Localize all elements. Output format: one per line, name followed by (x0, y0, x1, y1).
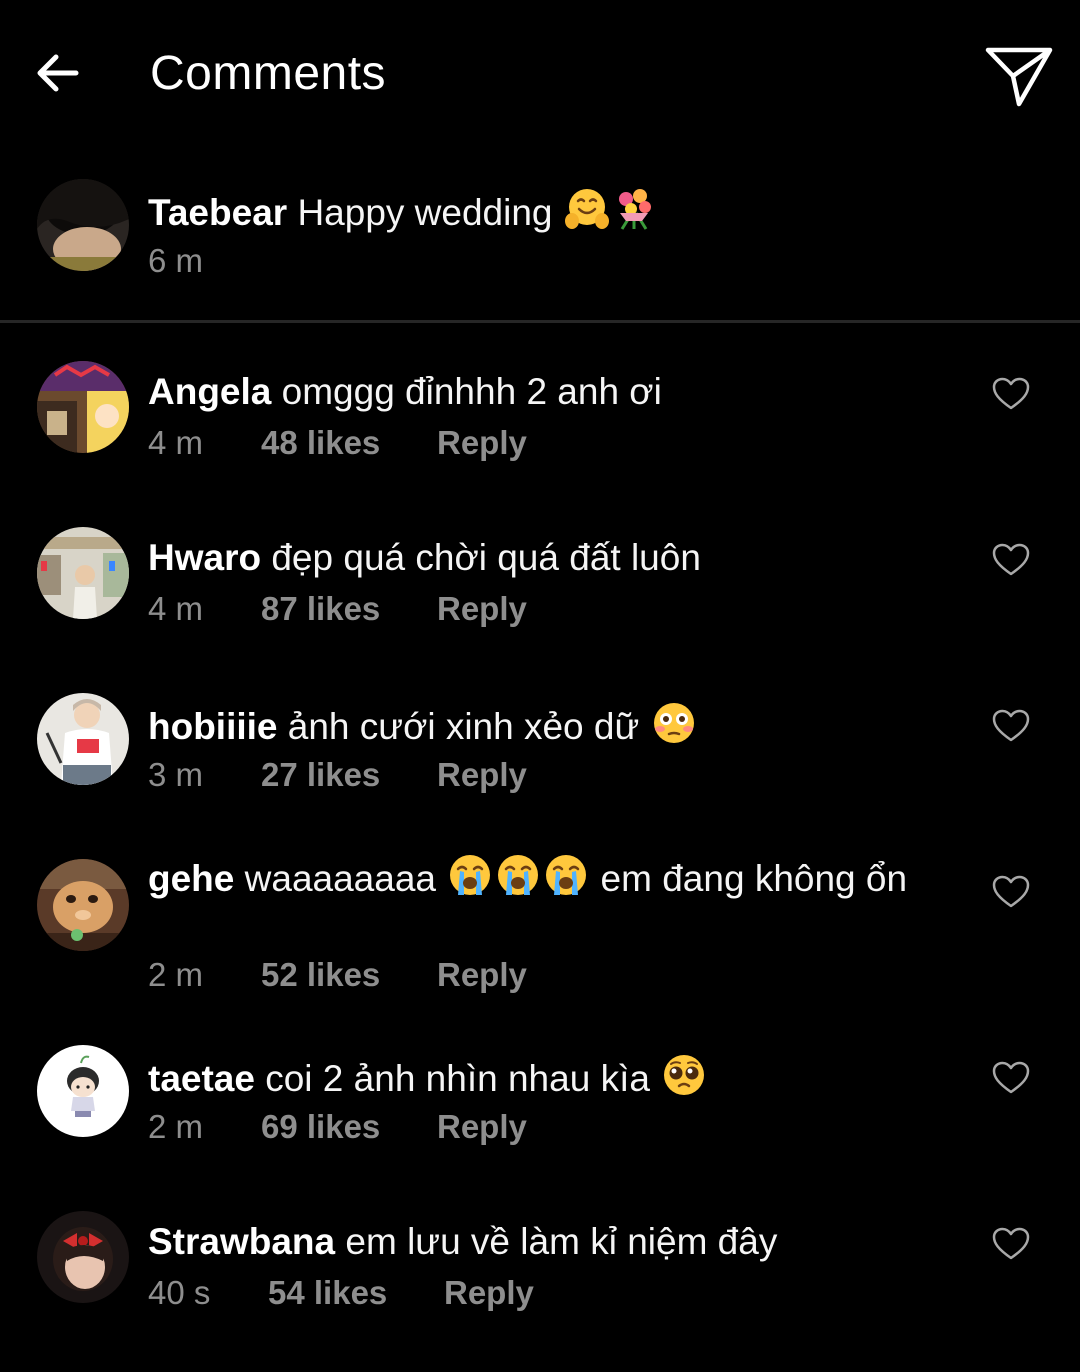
reply-button[interactable]: Reply (444, 1273, 534, 1313)
like-button[interactable] (992, 1227, 1030, 1261)
comment-body: omggg đỉnhhh 2 anh ơi (281, 371, 662, 412)
avatar[interactable] (37, 1211, 129, 1303)
reply-button[interactable]: Reply (437, 955, 527, 995)
comment-body: coi 2 ảnh nhìn nhau kìa (265, 1058, 650, 1099)
comment-meta: 4 m 48 likes Reply (148, 423, 527, 463)
flushed-face-emoji (651, 701, 697, 756)
comment-meta: 2 m 69 likes Reply (148, 1107, 527, 1147)
comment-text: Hwaro đẹp quá chời quá đất luôn (148, 535, 918, 581)
hugging-face-emoji (564, 187, 610, 242)
comment-body: waaaaaaaa (244, 858, 436, 899)
comment-username[interactable]: Angela (148, 371, 271, 412)
comment-username[interactable]: taetae (148, 1058, 255, 1099)
comment-time: 2 m (148, 956, 204, 993)
likes-count[interactable]: 27 likes (261, 755, 437, 795)
comment-text: Angela omggg đỉnhhh 2 anh ơi (148, 369, 918, 415)
loudly-crying-face-emoji (543, 853, 589, 908)
header-bar: Comments (0, 0, 1080, 150)
heart-icon (992, 377, 1030, 410)
avatar[interactable] (37, 859, 129, 951)
comment-username[interactable]: hobiiiie (148, 706, 278, 747)
comment-meta: 6 m (148, 241, 261, 281)
like-button[interactable] (992, 377, 1030, 411)
likes-count[interactable]: 87 likes (261, 589, 437, 629)
comment-text: Strawbana em lưu về làm kỉ niệm đây (148, 1219, 918, 1265)
comment-username[interactable]: gehe (148, 858, 234, 899)
comment-body: em lưu về làm kỉ niệm đây (345, 1221, 778, 1262)
comment-meta: 2 m 52 likes Reply (148, 955, 527, 995)
likes-count[interactable]: 69 likes (261, 1107, 437, 1147)
reply-button[interactable]: Reply (437, 1107, 527, 1147)
like-button[interactable] (992, 1061, 1030, 1095)
comment-meta: 3 m 27 likes Reply (148, 755, 527, 795)
heart-icon (992, 709, 1030, 742)
comment-meta: 4 m 87 likes Reply (148, 589, 527, 629)
pleading-face-emoji (661, 1053, 707, 1108)
comment-text: taetae coi 2 ảnh nhìn nhau kìa (148, 1053, 918, 1108)
like-button[interactable] (992, 709, 1030, 743)
heart-icon (992, 1227, 1030, 1260)
divider (0, 320, 1080, 323)
comment-time: 40 s (148, 1274, 211, 1311)
page-title: Comments (150, 47, 387, 100)
heart-icon (992, 875, 1030, 908)
bouquet-emoji (612, 187, 658, 242)
avatar[interactable] (37, 361, 129, 453)
comment-text: gehe waaaaaaaa em đang không ổn (148, 853, 918, 908)
share-button[interactable] (982, 42, 1056, 112)
avatar[interactable] (37, 1045, 129, 1137)
arrow-left-icon (37, 54, 79, 92)
comment-meta: 40 s 54 likes Reply (148, 1273, 534, 1313)
comment-time: 3 m (148, 756, 204, 793)
likes-count[interactable]: 52 likes (261, 955, 437, 995)
heart-icon (992, 1061, 1030, 1094)
avatar[interactable] (37, 179, 129, 271)
loudly-crying-face-emoji (495, 853, 541, 908)
comment-body: đẹp quá chời quá đất luôn (271, 537, 701, 578)
like-button[interactable] (992, 543, 1030, 577)
avatar[interactable] (37, 527, 129, 619)
reply-button[interactable]: Reply (437, 423, 527, 463)
loudly-crying-face-emoji (447, 853, 493, 908)
caption-text: Taebear Happy wedding (148, 187, 918, 242)
paper-plane-icon (985, 47, 1053, 107)
comment-body: ảnh cưới xinh xẻo dữ (287, 706, 640, 747)
heart-icon (992, 543, 1030, 576)
comment-time: 4 m (148, 590, 204, 627)
comment-body-continued: em đang không ổn (600, 858, 908, 899)
comment-time: 6 m (148, 242, 204, 279)
likes-count[interactable]: 48 likes (261, 423, 437, 463)
comment-username[interactable]: Strawbana (148, 1221, 335, 1262)
back-button[interactable] (30, 46, 86, 102)
reply-button[interactable]: Reply (437, 755, 527, 795)
avatar[interactable] (37, 693, 129, 785)
comment-body: Happy wedding (297, 192, 553, 233)
comment-time: 2 m (148, 1108, 204, 1145)
comment-time: 4 m (148, 424, 204, 461)
likes-count[interactable]: 54 likes (268, 1273, 444, 1313)
comment-username[interactable]: Taebear (148, 192, 287, 233)
comment-username[interactable]: Hwaro (148, 537, 261, 578)
like-button[interactable] (992, 875, 1030, 909)
comment-text: hobiiiie ảnh cưới xinh xẻo dữ (148, 701, 918, 756)
reply-button[interactable]: Reply (437, 589, 527, 629)
